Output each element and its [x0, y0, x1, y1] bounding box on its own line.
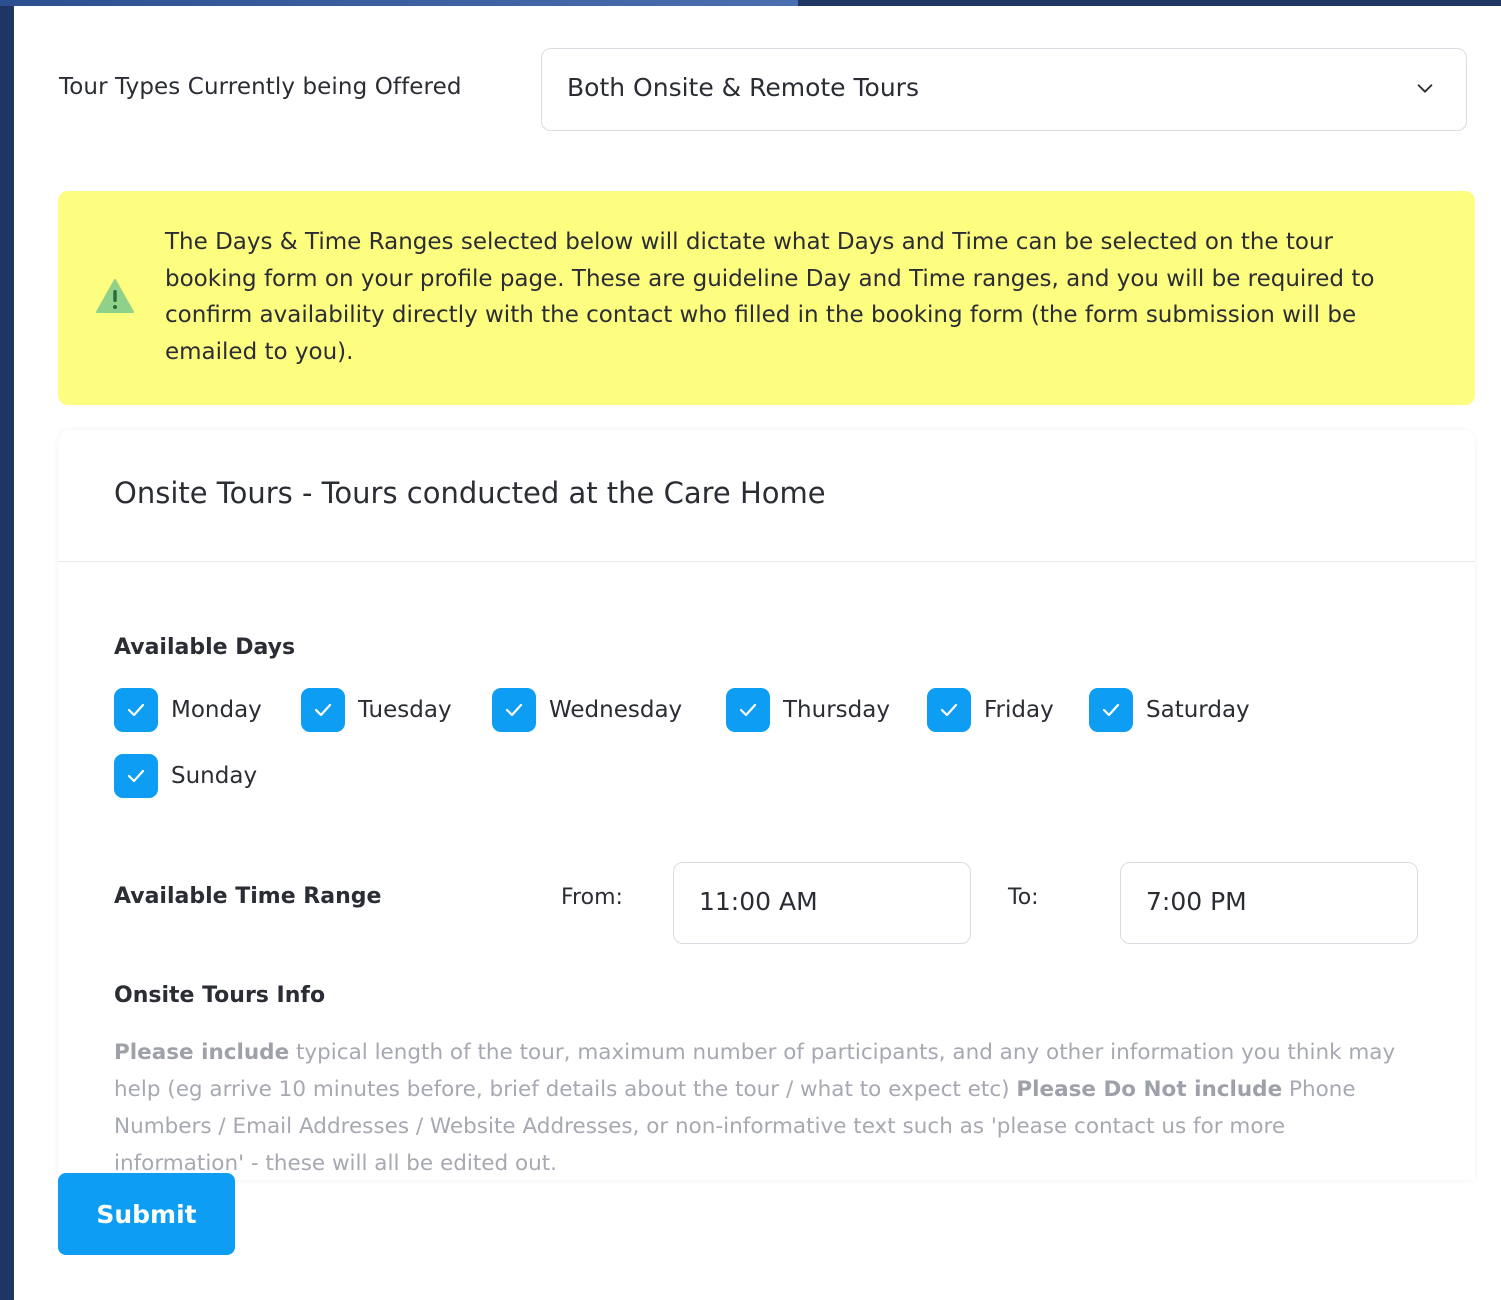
checkbox[interactable] [1089, 688, 1133, 732]
day-label: Friday [984, 697, 1054, 723]
checkbox[interactable] [114, 688, 158, 732]
day-checkbox-wednesday[interactable]: Wednesday [492, 688, 682, 732]
onsite-info-help-text: Please include typical length of the tou… [114, 1034, 1414, 1180]
checkbox[interactable] [492, 688, 536, 732]
chevron-down-icon [1417, 84, 1433, 93]
day-label: Saturday [1146, 697, 1250, 723]
tour-type-selected-value: Both Onsite & Remote Tours [567, 73, 919, 102]
day-checkbox-monday[interactable]: Monday [114, 688, 262, 732]
help-bold-exclude: Please Do Not include [1016, 1077, 1283, 1102]
checkbox[interactable] [114, 754, 158, 798]
checkbox[interactable] [726, 688, 770, 732]
from-time-value: 11:00 AM [699, 887, 818, 916]
check-icon [314, 703, 332, 717]
day-label: Monday [171, 697, 262, 723]
tour-type-label: Tour Types Currently being Offered [59, 74, 462, 100]
check-icon [940, 703, 958, 717]
form-panel: Tour Types Currently being Offered Both … [14, 6, 1501, 1300]
check-icon [127, 769, 145, 783]
card-header: Onsite Tours - Tours conducted at the Ca… [58, 430, 1475, 562]
from-time-input[interactable]: 11:00 AM [673, 862, 971, 944]
check-icon [127, 703, 145, 717]
check-icon [739, 703, 757, 717]
day-label: Tuesday [358, 697, 452, 723]
day-label: Sunday [171, 763, 258, 789]
from-label: From: [561, 885, 623, 910]
checkbox[interactable] [301, 688, 345, 732]
day-checkbox-sunday[interactable]: Sunday [114, 754, 257, 798]
help-bold-include: Please include [114, 1040, 290, 1065]
onsite-info-label: Onsite Tours Info [114, 983, 326, 1008]
to-time-input[interactable]: 7:00 PM [1120, 862, 1418, 944]
to-label: To: [1008, 885, 1039, 910]
day-label: Thursday [783, 697, 890, 723]
card-title: Onsite Tours - Tours conducted at the Ca… [114, 476, 826, 510]
info-alert: The Days & Time Ranges selected below wi… [58, 191, 1475, 405]
tour-type-select[interactable]: Both Onsite & Remote Tours [541, 48, 1467, 131]
check-icon [1102, 703, 1120, 717]
warning-icon [96, 279, 134, 313]
day-checkbox-tuesday[interactable]: Tuesday [301, 688, 452, 732]
checkbox[interactable] [927, 688, 971, 732]
day-checkbox-saturday[interactable]: Saturday [1089, 688, 1250, 732]
check-icon [505, 703, 523, 717]
alert-text: The Days & Time Ranges selected below wi… [165, 229, 1375, 365]
day-label: Wednesday [549, 697, 683, 723]
available-days-label: Available Days [114, 635, 296, 660]
time-range-label: Available Time Range [114, 884, 382, 909]
day-checkbox-friday[interactable]: Friday [927, 688, 1054, 732]
to-time-value: 7:00 PM [1146, 887, 1247, 916]
tour-type-row: Tour Types Currently being Offered Both … [59, 48, 1467, 132]
onsite-tours-card: Onsite Tours - Tours conducted at the Ca… [58, 430, 1475, 1180]
day-checkbox-thursday[interactable]: Thursday [726, 688, 890, 732]
submit-button[interactable]: Submit [58, 1173, 235, 1255]
